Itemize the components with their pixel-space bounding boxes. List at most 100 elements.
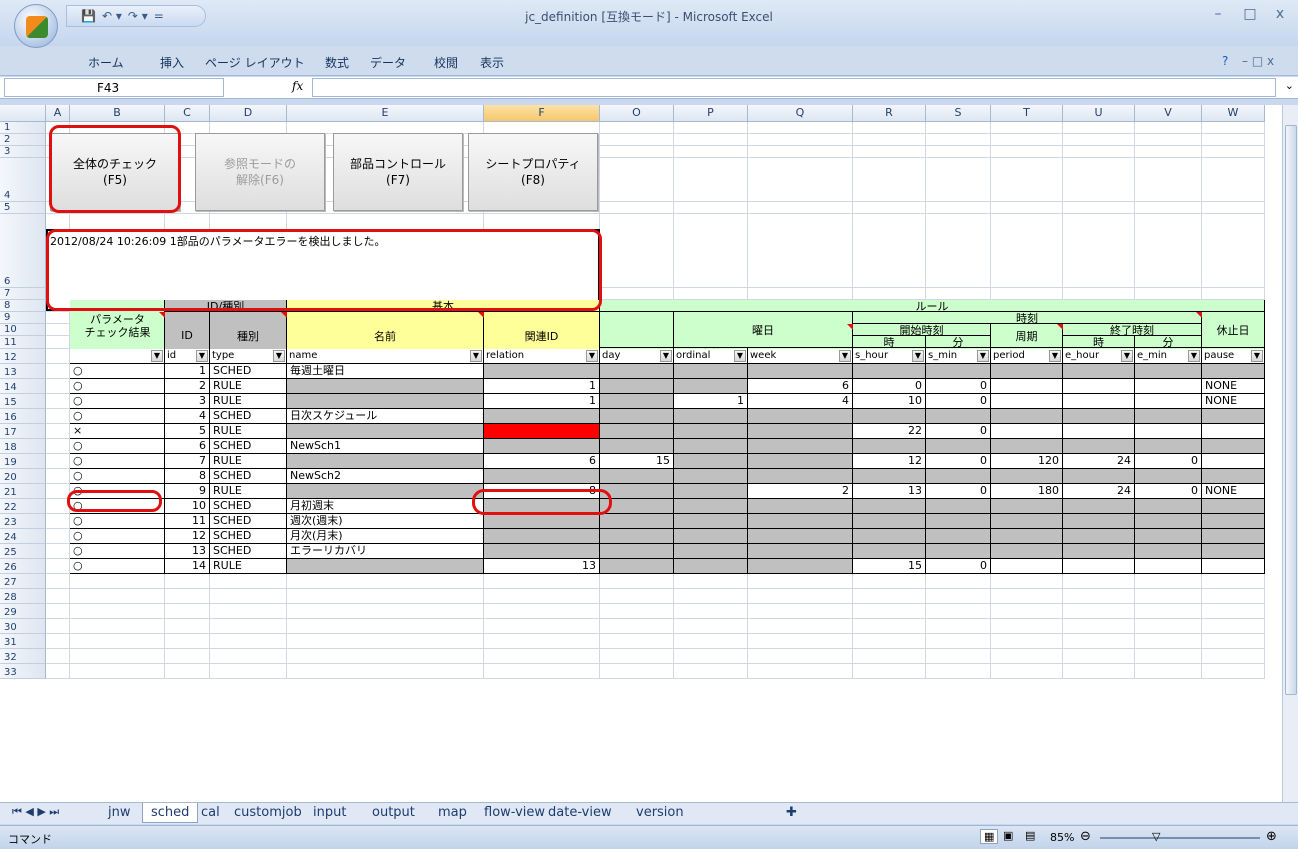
grid-cell[interactable] bbox=[926, 202, 991, 214]
table-cell[interactable] bbox=[991, 439, 1063, 454]
table-cell[interactable]: ○ bbox=[70, 409, 165, 424]
table-cell[interactable] bbox=[600, 394, 674, 409]
grid-cell[interactable] bbox=[674, 202, 748, 214]
grid-cell[interactable] bbox=[287, 619, 484, 634]
column-header-Q[interactable]: Q bbox=[748, 105, 853, 122]
row-header-12[interactable]: 12 bbox=[0, 349, 46, 364]
grid-cell[interactable] bbox=[853, 649, 926, 664]
table-cell[interactable]: 13 bbox=[484, 559, 600, 574]
table-cell[interactable] bbox=[600, 544, 674, 559]
grid-cell[interactable] bbox=[853, 214, 926, 288]
filter-dropdown-icon[interactable]: ▼ bbox=[196, 350, 208, 362]
grid-cell[interactable] bbox=[1202, 604, 1265, 619]
table-cell[interactable] bbox=[853, 439, 926, 454]
table-cell[interactable]: RULE bbox=[210, 394, 287, 409]
grid-cell[interactable] bbox=[46, 634, 70, 649]
table-cell[interactable] bbox=[1135, 439, 1202, 454]
table-cell[interactable] bbox=[1063, 394, 1135, 409]
grid-cell[interactable] bbox=[748, 574, 853, 589]
table-cell[interactable]: 2 bbox=[165, 379, 210, 394]
grid-cell[interactable] bbox=[991, 604, 1063, 619]
row-header-4[interactable]: 4 bbox=[0, 158, 46, 202]
table-cell[interactable]: RULE bbox=[210, 559, 287, 574]
function-icon[interactable]: fx bbox=[292, 79, 303, 93]
table-cell[interactable] bbox=[484, 544, 600, 559]
grid-cell[interactable] bbox=[1135, 574, 1202, 589]
grid-cell[interactable] bbox=[210, 664, 287, 679]
row-header-1[interactable]: 1 bbox=[0, 122, 46, 134]
row-header-5[interactable]: 5 bbox=[0, 202, 46, 214]
table-cell[interactable]: NONE bbox=[1202, 379, 1265, 394]
row-header-28[interactable]: 28 bbox=[0, 589, 46, 604]
grid-cell[interactable] bbox=[991, 146, 1063, 158]
grid-cell[interactable] bbox=[70, 589, 165, 604]
row-header-10[interactable]: 10 bbox=[0, 324, 46, 336]
table-cell[interactable]: 5 bbox=[165, 424, 210, 439]
grid-cell[interactable] bbox=[926, 604, 991, 619]
grid-cell[interactable] bbox=[748, 202, 853, 214]
filter-dropdown-icon[interactable]: ▼ bbox=[1188, 350, 1200, 362]
table-cell[interactable]: RULE bbox=[210, 424, 287, 439]
grid-cell[interactable] bbox=[1202, 202, 1265, 214]
table-cell[interactable]: 13 bbox=[853, 484, 926, 499]
table-cell[interactable]: ○ bbox=[70, 394, 165, 409]
grid-cell[interactable] bbox=[46, 379, 70, 394]
grid-cell[interactable] bbox=[1063, 288, 1135, 300]
table-cell[interactable] bbox=[600, 559, 674, 574]
table-cell[interactable] bbox=[674, 379, 748, 394]
table-cell[interactable] bbox=[853, 469, 926, 484]
table-cell[interactable]: 22 bbox=[853, 424, 926, 439]
table-cell[interactable]: 10 bbox=[853, 394, 926, 409]
grid-cell[interactable] bbox=[1135, 634, 1202, 649]
grid-cell[interactable] bbox=[853, 664, 926, 679]
grid-cell[interactable] bbox=[674, 134, 748, 146]
grid-cell[interactable] bbox=[748, 649, 853, 664]
grid-cell[interactable] bbox=[748, 134, 853, 146]
table-cell[interactable]: 0 bbox=[926, 454, 991, 469]
table-cell[interactable] bbox=[674, 364, 748, 379]
table-cell[interactable] bbox=[748, 499, 853, 514]
minimize-button[interactable]: – bbox=[1204, 6, 1232, 22]
table-cell[interactable] bbox=[853, 514, 926, 529]
table-cell[interactable] bbox=[1202, 544, 1265, 559]
grid-cell[interactable] bbox=[853, 134, 926, 146]
table-cell[interactable]: 9 bbox=[165, 484, 210, 499]
grid-cell[interactable] bbox=[46, 469, 70, 484]
table-cell[interactable]: SCHED bbox=[210, 439, 287, 454]
row-header-23[interactable]: 23 bbox=[0, 514, 46, 529]
grid-cell[interactable] bbox=[70, 619, 165, 634]
table-cell[interactable] bbox=[748, 544, 853, 559]
grid-cell[interactable] bbox=[674, 158, 748, 202]
row-header-7[interactable]: 7 bbox=[0, 288, 46, 300]
table-cell[interactable]: 日次スケジュール bbox=[287, 409, 484, 424]
grid-cell[interactable] bbox=[991, 589, 1063, 604]
grid-cell[interactable] bbox=[1135, 202, 1202, 214]
table-cell[interactable] bbox=[484, 514, 600, 529]
table-cell[interactable] bbox=[748, 409, 853, 424]
table-cell[interactable] bbox=[600, 514, 674, 529]
table-cell[interactable] bbox=[748, 559, 853, 574]
table-cell[interactable] bbox=[674, 529, 748, 544]
grid-cell[interactable] bbox=[46, 619, 70, 634]
table-cell[interactable]: 0 bbox=[926, 424, 991, 439]
grid-cell[interactable] bbox=[46, 574, 70, 589]
grid-cell[interactable] bbox=[1063, 574, 1135, 589]
table-cell[interactable]: 15 bbox=[600, 454, 674, 469]
grid-cell[interactable] bbox=[1135, 134, 1202, 146]
table-cell[interactable]: 14 bbox=[165, 559, 210, 574]
grid-cell[interactable] bbox=[484, 574, 600, 589]
table-cell[interactable] bbox=[674, 559, 748, 574]
parts-control-button[interactable]: 部品コントロール (F7) bbox=[333, 133, 463, 211]
grid-cell[interactable] bbox=[600, 649, 674, 664]
table-cell[interactable] bbox=[991, 544, 1063, 559]
grid-cell[interactable] bbox=[46, 559, 70, 574]
table-cell[interactable] bbox=[1135, 394, 1202, 409]
grid-cell[interactable] bbox=[991, 214, 1063, 288]
grid-cell[interactable] bbox=[46, 364, 70, 379]
grid-cell[interactable] bbox=[674, 146, 748, 158]
grid-cell[interactable] bbox=[210, 634, 287, 649]
grid-cell[interactable] bbox=[674, 664, 748, 679]
table-cell[interactable] bbox=[853, 529, 926, 544]
row-header-32[interactable]: 32 bbox=[0, 649, 46, 664]
grid-cell[interactable] bbox=[1135, 649, 1202, 664]
